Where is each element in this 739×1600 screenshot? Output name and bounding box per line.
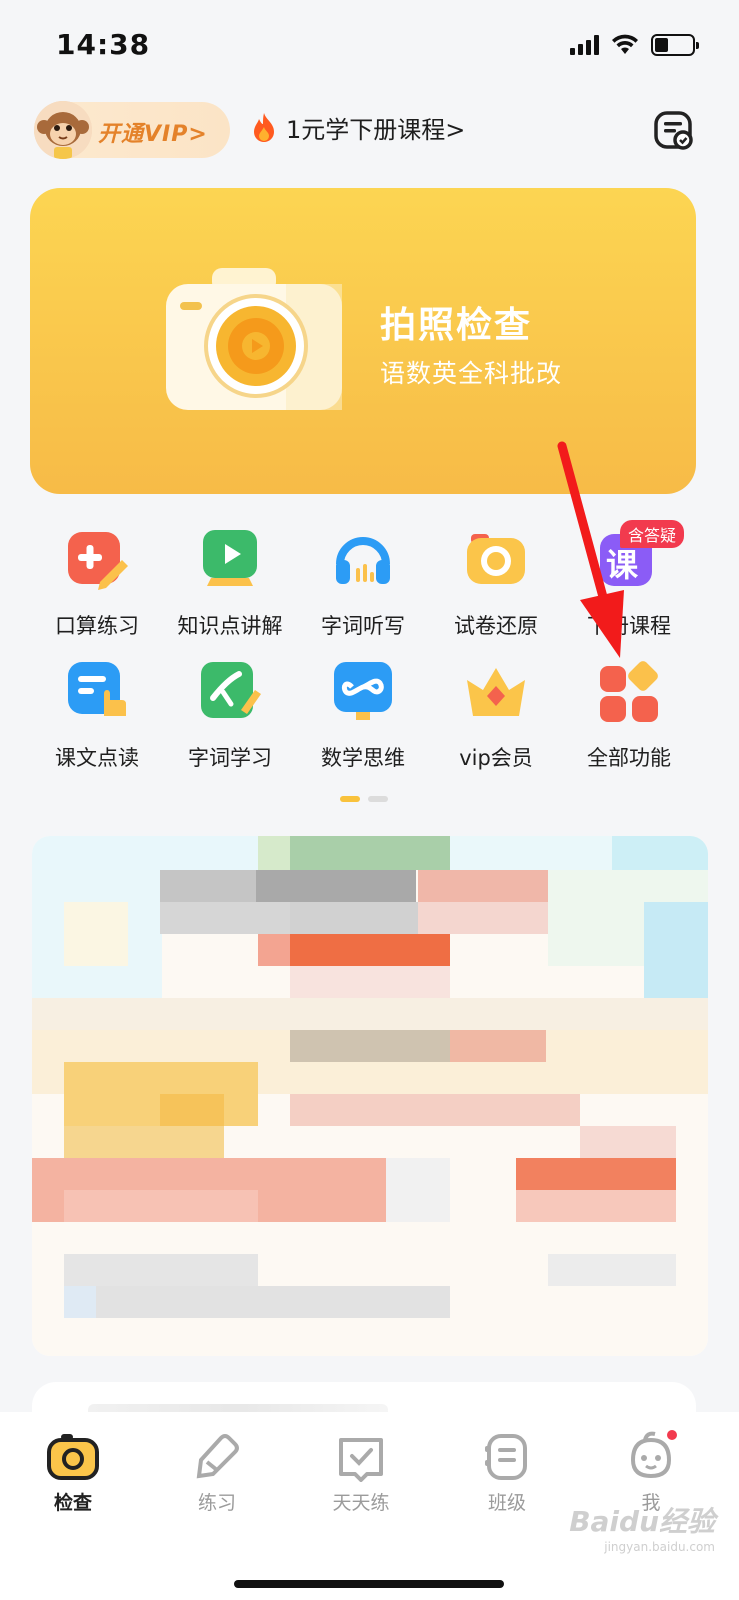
function-label: vip会员 <box>459 746 533 770</box>
status-icons <box>570 34 699 56</box>
fire-icon <box>254 112 274 142</box>
math-thinking-icon <box>330 658 396 724</box>
status-time: 14:38 <box>56 28 151 61</box>
pager-dot-active <box>340 796 360 802</box>
pager-dot <box>368 796 388 802</box>
notification-dot <box>665 1428 679 1442</box>
top-row: 开通VIP> 1元学下册课程> <box>0 98 739 164</box>
hero-title: 拍照检查 <box>380 305 533 346</box>
function-label: 知识点讲解 <box>177 614 283 638</box>
camera-illustration <box>166 268 342 410</box>
function-label: 字词听写 <box>321 614 405 638</box>
function-math-thinking[interactable]: 数学思维 <box>296 652 430 772</box>
pixelated-content-area <box>32 836 708 1356</box>
customer-service-button[interactable] <box>653 110 695 152</box>
function-label: 课文点读 <box>55 746 139 770</box>
tab-check[interactable]: 检查 <box>18 1430 128 1515</box>
promo-text: 1元学下册课程> <box>286 116 466 144</box>
watermark-text: Baidu经验 <box>569 1505 715 1538</box>
tab-label: 练习 <box>197 1492 236 1514</box>
function-word-study[interactable]: 字词学习 <box>163 652 297 772</box>
mosaic-image <box>32 836 708 1356</box>
watermark-sub: jingyan.baidu.com <box>604 1540 715 1554</box>
chat-service-icon <box>654 111 693 150</box>
headphones-icon <box>330 526 396 592</box>
point-read-icon <box>64 658 130 724</box>
pen-tab-icon <box>191 1430 243 1482</box>
function-all-functions[interactable]: 全部功能 <box>562 652 696 772</box>
tab-class[interactable]: 班级 <box>452 1430 562 1515</box>
class-icon <box>481 1430 533 1482</box>
daily-check-icon <box>335 1430 387 1482</box>
video-lesson-icon <box>197 526 263 592</box>
function-label: 全部功能 <box>587 746 671 770</box>
function-label: 字词学习 <box>188 746 272 770</box>
baidu-watermark: Baidu经验 jingyan.baidu.com <box>569 1500 715 1554</box>
function-knowledge-video[interactable]: 知识点讲解 <box>163 520 297 640</box>
oral-math-icon <box>64 526 130 592</box>
promo-link[interactable]: 1元学下册课程> <box>250 110 465 145</box>
red-arrow-annotation <box>557 441 624 658</box>
function-oral-math[interactable]: 口算练习 <box>30 520 164 640</box>
vip-button[interactable]: 开通VIP> <box>34 101 230 159</box>
function-label: 口算练习 <box>55 614 139 638</box>
camera-icon <box>463 526 529 592</box>
cellular-signal-icon <box>570 35 599 55</box>
carousel-pager <box>340 796 388 802</box>
tab-practice[interactable]: 练习 <box>162 1430 272 1515</box>
status-bar: 14:38 <box>0 0 739 90</box>
tab-daily-practice[interactable]: 天天练 <box>306 1430 416 1515</box>
tab-label: 检查 <box>53 1492 92 1514</box>
function-dictation[interactable]: 字词听写 <box>296 520 430 640</box>
function-label: 数学思维 <box>321 746 405 770</box>
wifi-icon <box>612 34 638 54</box>
function-vip-member[interactable]: vip会员 <box>429 652 563 772</box>
battery-icon <box>651 34 699 56</box>
hero-subtitle: 语数英全科批改 <box>380 359 563 388</box>
tab-label: 天天练 <box>332 1492 390 1514</box>
word-study-icon <box>197 658 263 724</box>
home-indicator <box>234 1580 504 1588</box>
vip-label: 开通VIP> <box>98 122 208 147</box>
crown-icon <box>463 658 529 724</box>
profile-icon <box>625 1428 679 1482</box>
monkey-avatar <box>34 101 92 159</box>
camera-tab-icon <box>47 1430 99 1482</box>
tab-label: 班级 <box>487 1492 526 1514</box>
function-text-reading[interactable]: 课文点读 <box>30 652 164 772</box>
